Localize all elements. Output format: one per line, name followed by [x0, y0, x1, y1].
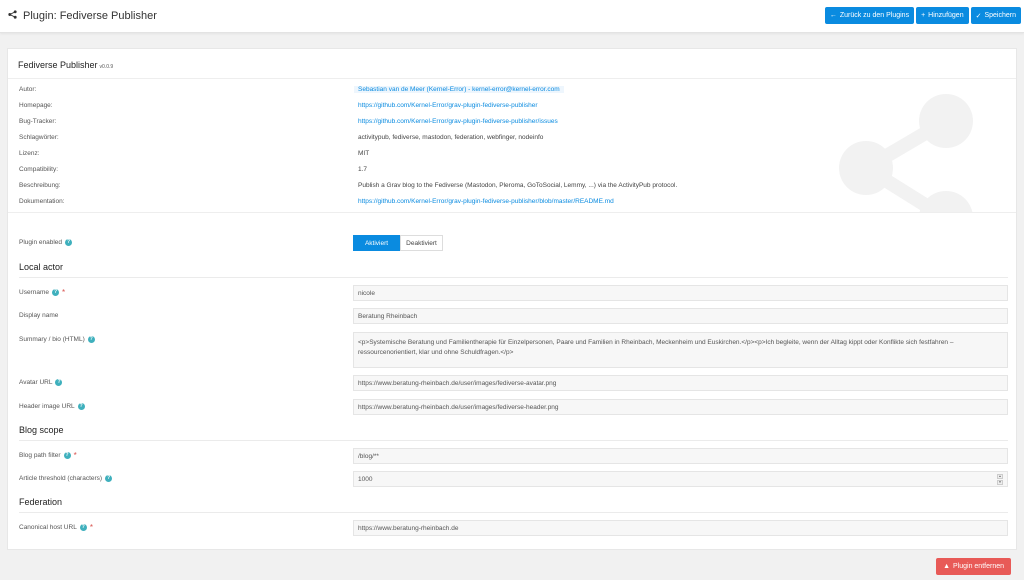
homepage-link[interactable]: https://github.com/Kernel-Error/grav-plu… — [358, 102, 538, 109]
help-icon[interactable]: ? — [79, 524, 87, 531]
meta-author: Autor: Sebastian van de Meer (Kernel-Err… — [8, 83, 1016, 97]
canonical-host-url-label: Canonical host URL ? * — [19, 522, 93, 532]
help-icon[interactable]: ? — [51, 289, 59, 296]
divider — [19, 512, 1008, 513]
stepper-down-icon[interactable]: ▼ — [997, 480, 1003, 485]
meta-bug-tracker: Bug-Tracker: https://github.com/Kernel-E… — [19, 118, 558, 125]
help-icon[interactable]: ? — [65, 239, 73, 246]
header-image-url-input[interactable]: https://www.beratung-rheinbach.de/user/i… — [353, 399, 1008, 415]
bug-tracker-link[interactable]: https://github.com/Kernel-Error/grav-plu… — [358, 118, 558, 125]
plugin-enabled-toggle: Aktiviert Deaktiviert — [353, 235, 443, 251]
avatar-url-input[interactable]: https://www.beratung-rheinbach.de/user/i… — [353, 375, 1008, 391]
section-local-actor: Local actor — [19, 262, 64, 272]
share-icon — [8, 10, 17, 22]
enabled-off-button[interactable]: Deaktiviert — [400, 235, 443, 251]
plugin-version: v0.0.9 — [99, 64, 114, 70]
canonical-host-url-input[interactable]: https://www.beratung-rheinbach.de — [353, 520, 1008, 536]
warning-icon: ▲ — [943, 563, 951, 570]
add-button[interactable]: + Hinzufügen — [916, 7, 969, 24]
plugin-meta: Autor: Sebastian van de Meer (Kernel-Err… — [8, 79, 1016, 213]
article-threshold-label: Article threshold (characters) ? — [19, 475, 113, 482]
enabled-on-button[interactable]: Aktiviert — [353, 235, 400, 251]
meta-keywords: Schlagwörter: activitypub, fediverse, ma… — [19, 134, 544, 141]
remove-plugin-button[interactable]: ▲ Plugin entfernen — [936, 558, 1011, 575]
check-icon: ✓ — [975, 12, 982, 20]
blog-path-filter-input[interactable]: /blog/** — [353, 448, 1008, 464]
summary-textarea[interactable]: <p>Systemische Beratung und Familienther… — [353, 332, 1008, 368]
article-threshold-input[interactable]: 1000 ▲ ▼ — [353, 471, 1008, 487]
divider — [19, 440, 1008, 441]
required-icon: * — [61, 287, 66, 297]
header-image-url-label: Header image URL ? — [19, 403, 85, 410]
meta-homepage: Homepage: https://github.com/Kernel-Erro… — [19, 102, 538, 109]
meta-description: Beschreibung: Publish a Grav blog to the… — [19, 182, 678, 189]
plugin-header: Fediverse Publisher v0.0.9 — [8, 49, 1016, 79]
plugin-name: Fediverse Publisher — [18, 60, 98, 70]
stepper-up-icon[interactable]: ▲ — [997, 474, 1003, 479]
meta-compatibility: Compatibility: 1.7 — [19, 166, 368, 173]
help-icon[interactable]: ? — [77, 403, 85, 410]
meta-license: Lizenz: MIT — [19, 150, 370, 157]
display-name-label: Display name — [19, 312, 59, 319]
meta-documentation: Dokumentation: https://github.com/Kernel… — [19, 198, 614, 205]
required-icon: * — [89, 522, 93, 532]
blog-path-filter-label: Blog path filter ? * — [19, 450, 77, 460]
arrow-left-icon: ← — [829, 12, 837, 19]
save-button[interactable]: ✓ Speichern — [970, 7, 1021, 24]
author-link[interactable]: Sebastian van de Meer (Kernel-Error) - k… — [354, 86, 564, 93]
page-title: Plugin: Fediverse Publisher — [8, 10, 157, 22]
help-icon[interactable]: ? — [87, 336, 95, 343]
plus-icon: + — [921, 12, 926, 19]
avatar-url-label: Avatar URL ? — [19, 379, 63, 386]
username-label: Username ? * — [19, 287, 66, 297]
plugin-enabled-label: Plugin enabled ? — [19, 239, 73, 246]
required-icon: * — [73, 450, 77, 460]
help-icon[interactable]: ? — [63, 452, 71, 459]
plugin-card: Fediverse Publisher v0.0.9 Autor: Sebasti… — [7, 48, 1017, 550]
page-title-text: Plugin: Fediverse Publisher — [23, 10, 157, 22]
username-input[interactable]: nicole — [353, 285, 1008, 301]
section-federation: Federation — [19, 497, 63, 507]
top-bar: Plugin: Fediverse Publisher ← Zurück zu … — [0, 0, 1024, 33]
help-icon[interactable]: ? — [55, 379, 63, 386]
divider — [19, 277, 1008, 278]
number-stepper[interactable]: ▲ ▼ — [997, 474, 1003, 485]
section-blog-scope: Blog scope — [19, 425, 64, 435]
summary-label: Summary / bio (HTML) ? — [19, 336, 95, 343]
back-to-plugins-button[interactable]: ← Zurück zu den Plugins — [824, 7, 915, 24]
documentation-link[interactable]: https://github.com/Kernel-Error/grav-plu… — [358, 198, 614, 205]
help-icon[interactable]: ? — [105, 475, 113, 482]
display-name-input[interactable]: Beratung Rheinbach — [353, 308, 1008, 324]
